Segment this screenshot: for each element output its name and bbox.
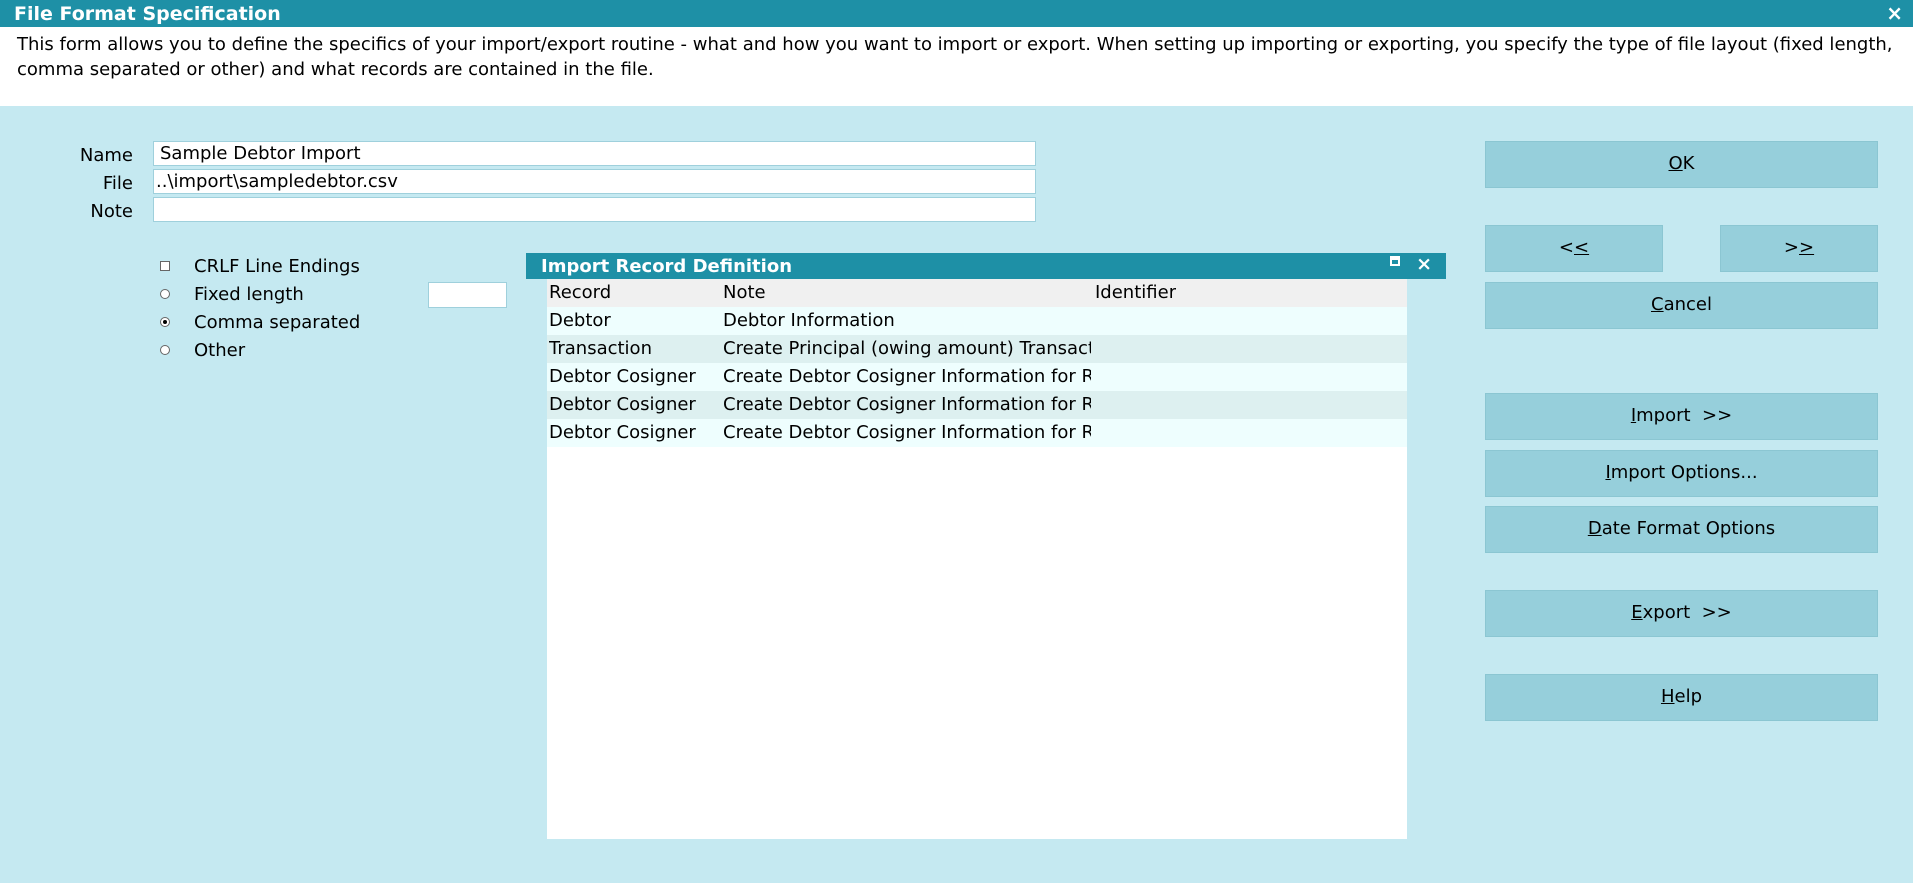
next-label-pre: >	[1783, 237, 1799, 258]
description-panel: This form allows you to define the speci…	[0, 27, 1913, 106]
note-field[interactable]	[153, 197, 1036, 222]
close-icon[interactable]: ×	[1886, 1, 1903, 25]
import-options-button[interactable]: Import Options...	[1485, 450, 1878, 497]
window-titlebar: File Format Specification ×	[0, 0, 1913, 27]
help-button[interactable]: Help	[1485, 674, 1878, 721]
table-row[interactable]: Debtor Cosigner Create Debtor Cosigner I…	[547, 391, 1407, 419]
table-row[interactable]: Debtor Cosigner Create Debtor Cosigner I…	[547, 363, 1407, 391]
record-cell: Transaction	[549, 338, 652, 359]
table-row[interactable]: Debtor Debtor Information	[547, 307, 1407, 335]
column-header-record[interactable]: Record	[549, 279, 611, 307]
export-label-post: xport >>	[1642, 602, 1732, 623]
ok-button[interactable]: OK	[1485, 141, 1878, 188]
file-field[interactable]: ..\import\sampledebtor.csv	[153, 169, 1036, 194]
identifier-cell	[1095, 363, 1405, 391]
identifier-cell	[1095, 419, 1405, 447]
other-label: Other	[194, 340, 246, 361]
checkbox-icon[interactable]	[160, 261, 170, 271]
identifier-cell	[1095, 307, 1405, 335]
previous-button[interactable]: <<	[1485, 225, 1663, 272]
identifier-cell	[1095, 335, 1405, 363]
date-format-label-post: ate Format Options	[1601, 518, 1776, 539]
fixed-length-input[interactable]	[428, 282, 507, 308]
note-cell: Create Debtor Cosigner Information for R…	[723, 394, 1091, 415]
help-label-post: elp	[1674, 686, 1703, 707]
maximize-icon[interactable]	[1390, 256, 1400, 266]
note-cell: Create Debtor Cosigner Information for R…	[723, 366, 1091, 387]
name-label: Name	[79, 145, 133, 166]
import-options-label-post: mport Options...	[1610, 462, 1758, 483]
next-label-key: >	[1799, 237, 1815, 258]
close-icon[interactable]: ×	[1416, 253, 1432, 275]
file-label: File	[102, 173, 133, 194]
name-field[interactable]: Sample Debtor Import	[153, 141, 1036, 166]
radio-icon[interactable]	[160, 345, 170, 355]
note-cell: Debtor Information	[723, 310, 895, 331]
table-row[interactable]: Transaction Create Principal (owing amou…	[547, 335, 1407, 363]
radio-icon[interactable]	[160, 289, 170, 299]
ok-label-post: K	[1682, 153, 1695, 174]
table-row[interactable]: Debtor Cosigner Create Debtor Cosigner I…	[547, 419, 1407, 447]
record-cell: Debtor Cosigner	[549, 422, 696, 443]
import-button[interactable]: Import >>	[1485, 393, 1878, 440]
record-table: Record Note Identifier Debtor Debtor Inf…	[547, 279, 1407, 839]
date-format-options-button[interactable]: Date Format Options	[1485, 506, 1878, 553]
note-label: Note	[90, 201, 133, 222]
prev-label-pre: <	[1558, 237, 1574, 258]
import-record-panel: Import Record Definition × Record Note I…	[526, 253, 1446, 839]
radio-selected-icon[interactable]	[160, 317, 170, 327]
window-title: File Format Specification	[14, 3, 281, 25]
panel-header: Import Record Definition ×	[526, 253, 1446, 279]
record-cell: Debtor	[549, 310, 611, 331]
comma-separated-label: Comma separated	[194, 312, 361, 333]
date-format-label-key: D	[1587, 518, 1602, 539]
next-button[interactable]: >>	[1720, 225, 1878, 272]
record-cell: Debtor Cosigner	[549, 394, 696, 415]
import-label-post: mport >>	[1636, 405, 1733, 426]
identifier-cell	[1095, 391, 1405, 419]
crlf-label: CRLF Line Endings	[194, 256, 360, 277]
note-cell: Create Debtor Cosigner Information for R…	[723, 422, 1091, 443]
column-header-identifier[interactable]: Identifier	[1095, 279, 1176, 307]
help-label-key: H	[1660, 686, 1675, 707]
export-button[interactable]: Export >>	[1485, 590, 1878, 637]
export-label-key: E	[1631, 602, 1643, 623]
ok-label-key: O	[1668, 153, 1683, 174]
prev-label-key: <	[1574, 237, 1590, 258]
cancel-button[interactable]: Cancel	[1485, 282, 1878, 329]
description-text: This form allows you to define the speci…	[17, 34, 1893, 80]
column-header-note[interactable]: Note	[723, 279, 766, 307]
table-header: Record Note Identifier	[547, 279, 1407, 307]
fixed-length-label: Fixed length	[194, 284, 304, 305]
cancel-label-post: ancel	[1663, 294, 1712, 315]
note-cell: Create Principal (owing amount) Transact…	[723, 338, 1091, 359]
cancel-label-key: C	[1651, 294, 1664, 315]
panel-title: Import Record Definition	[541, 256, 793, 277]
record-cell: Debtor Cosigner	[549, 366, 696, 387]
